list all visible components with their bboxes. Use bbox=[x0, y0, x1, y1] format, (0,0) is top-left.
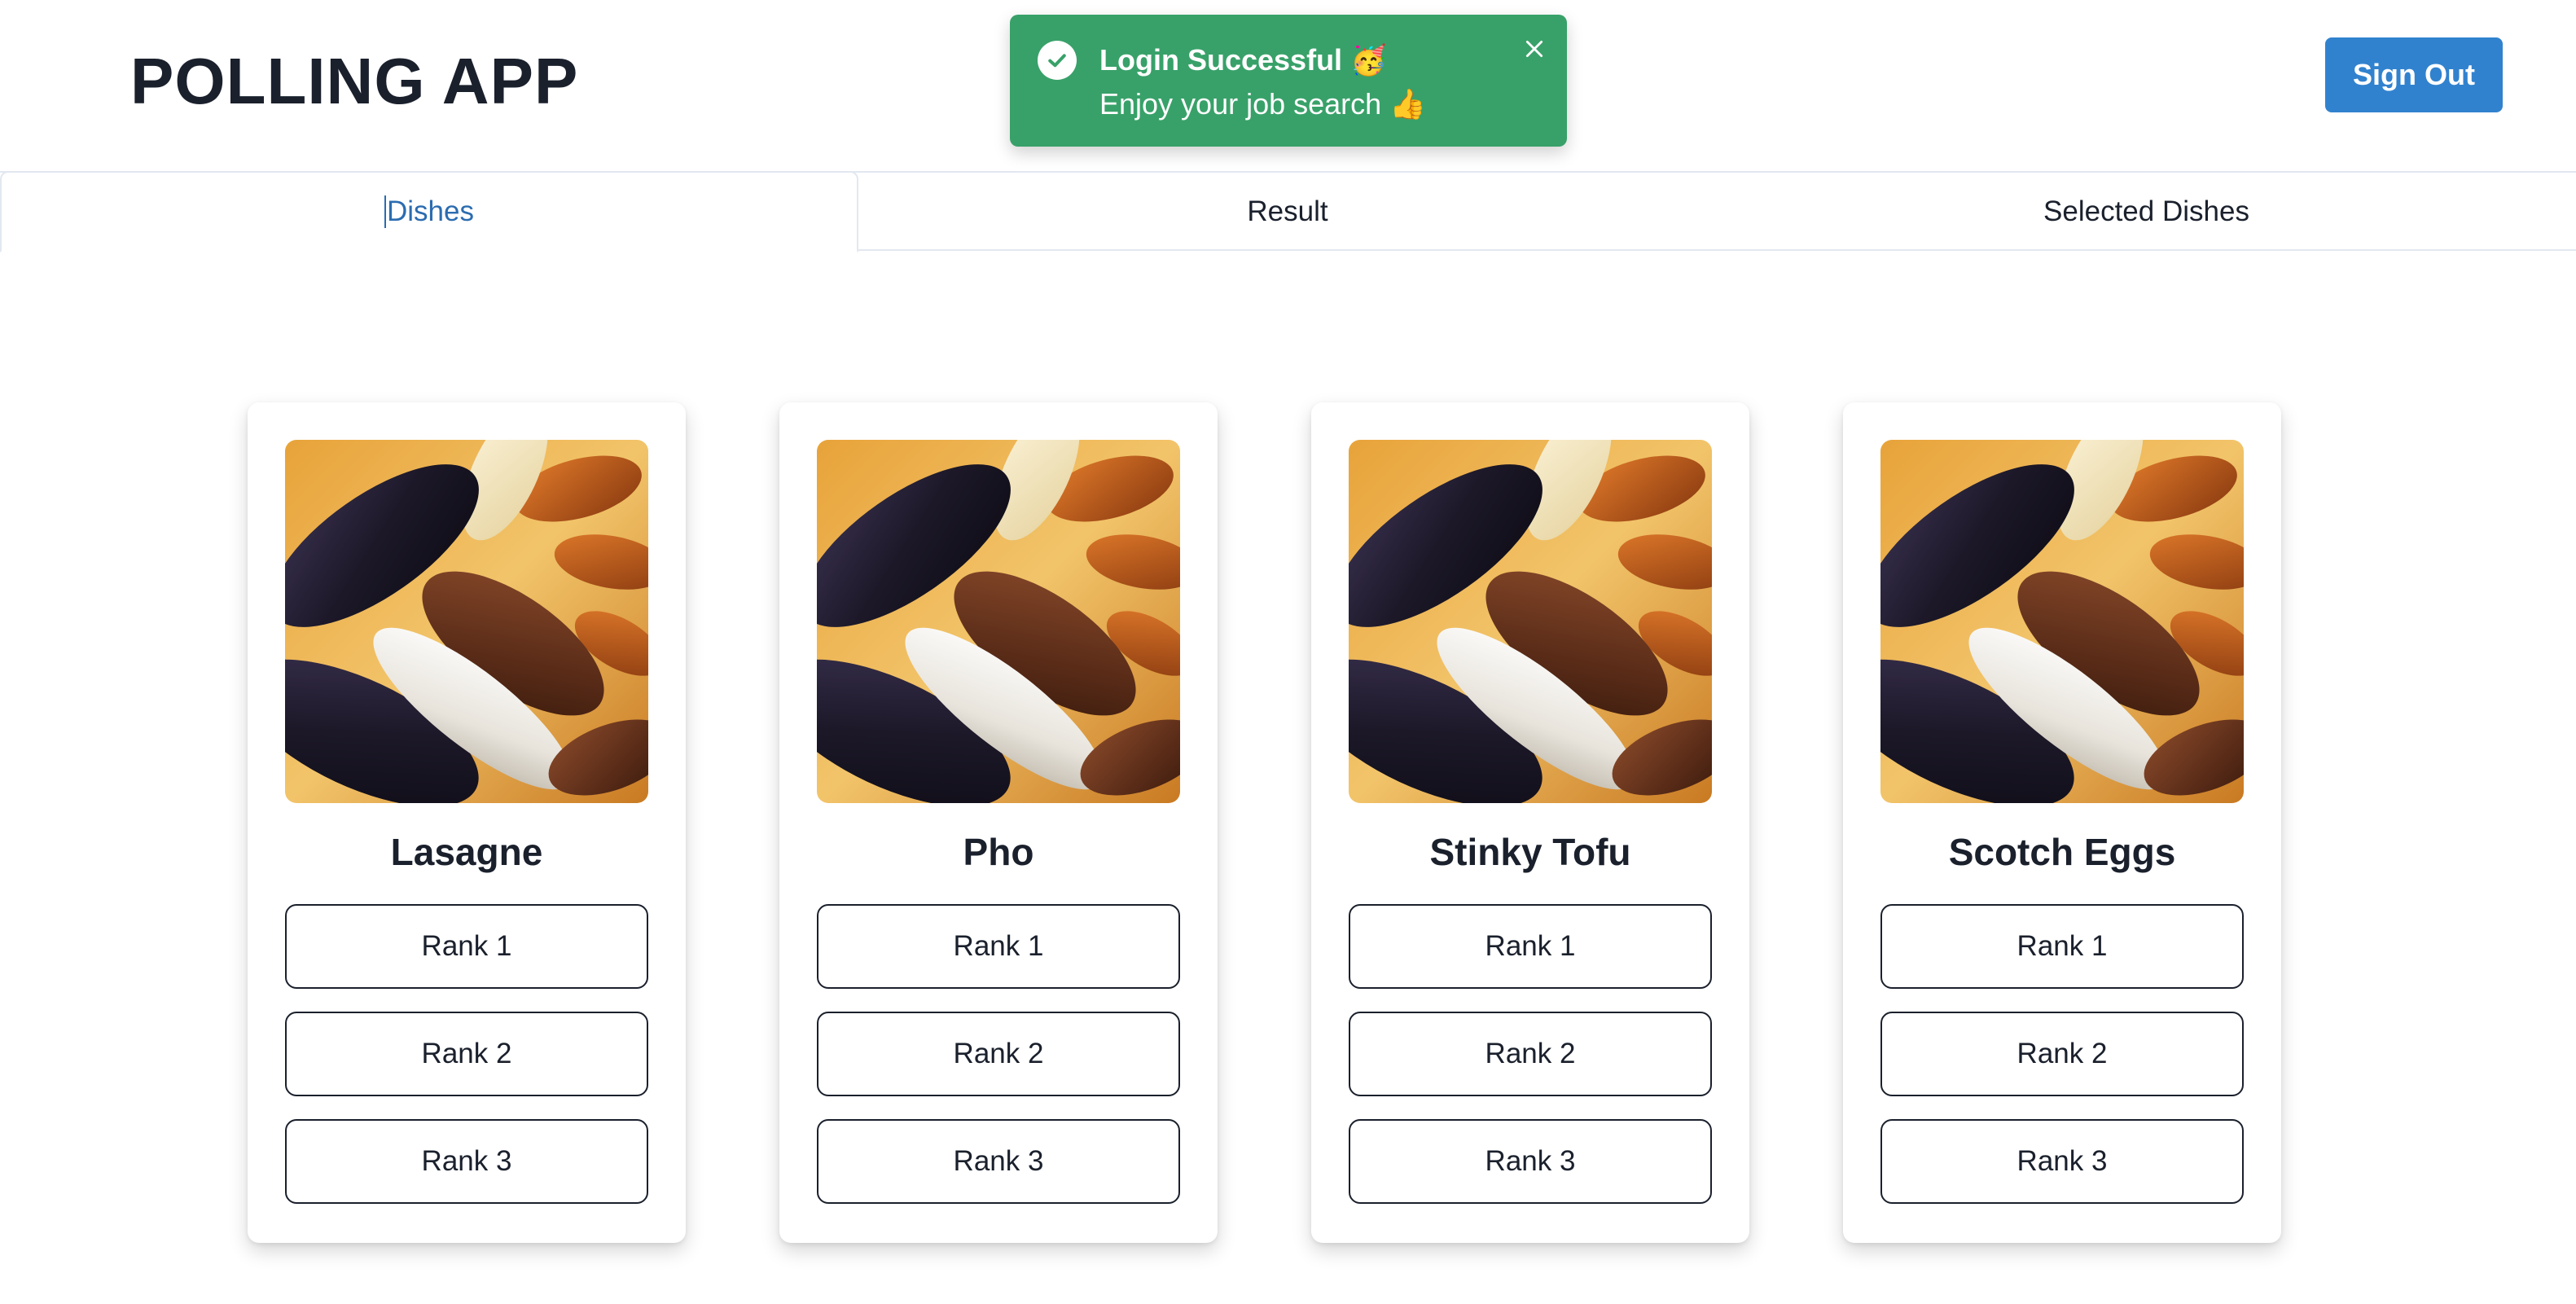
text-cursor bbox=[384, 195, 386, 228]
success-toast: Login Successful 🥳 Enjoy your job search… bbox=[1010, 15, 1567, 147]
toast-description: Enjoy your job search 👍 bbox=[1099, 87, 1427, 121]
rank-2-button[interactable]: Rank 2 bbox=[1880, 1012, 2244, 1096]
rank-1-button[interactable]: Rank 1 bbox=[1880, 904, 2244, 989]
tab-dishes[interactable]: Dishes bbox=[0, 171, 858, 252]
rank-1-button[interactable]: Rank 1 bbox=[817, 904, 1180, 989]
close-icon[interactable] bbox=[1518, 33, 1551, 65]
toast-title: Login Successful 🥳 bbox=[1099, 43, 1387, 77]
dish-name: Lasagne bbox=[390, 831, 543, 873]
check-circle-icon bbox=[1038, 41, 1077, 80]
sign-out-button[interactable]: Sign Out bbox=[2325, 37, 2503, 112]
dish-card: Scotch Eggs Rank 1 Rank 2 Rank 3 bbox=[1843, 402, 2281, 1243]
app-title: POLLING APP bbox=[130, 45, 579, 117]
rank-3-button[interactable]: Rank 3 bbox=[1880, 1119, 2244, 1204]
dish-name: Pho bbox=[963, 831, 1034, 873]
tab-list: Dishes Result Selected Dishes bbox=[0, 171, 2576, 252]
dish-card: Stinky Tofu Rank 1 Rank 2 Rank 3 bbox=[1311, 402, 1749, 1243]
dish-image bbox=[1349, 440, 1712, 803]
dish-image bbox=[817, 440, 1180, 803]
tab-selected-dishes[interactable]: Selected Dishes bbox=[1717, 173, 2576, 251]
tab-selected-dishes-label: Selected Dishes bbox=[2043, 195, 2249, 227]
rank-3-button[interactable]: Rank 3 bbox=[285, 1119, 648, 1204]
rank-2-button[interactable]: Rank 2 bbox=[285, 1012, 648, 1096]
dish-image bbox=[1880, 440, 2244, 803]
dish-card: Pho Rank 1 Rank 2 Rank 3 bbox=[779, 402, 1218, 1243]
rank-3-button[interactable]: Rank 3 bbox=[1349, 1119, 1712, 1204]
dish-name: Stinky Tofu bbox=[1429, 831, 1631, 873]
rank-1-button[interactable]: Rank 1 bbox=[285, 904, 648, 989]
rank-2-button[interactable]: Rank 2 bbox=[1349, 1012, 1712, 1096]
dish-name: Scotch Eggs bbox=[1948, 831, 2176, 873]
tab-result-label: Result bbox=[1247, 195, 1328, 227]
rank-3-button[interactable]: Rank 3 bbox=[817, 1119, 1180, 1204]
rank-1-button[interactable]: Rank 1 bbox=[1349, 904, 1712, 989]
rank-2-button[interactable]: Rank 2 bbox=[817, 1012, 1180, 1096]
tab-dishes-label: Dishes bbox=[387, 195, 474, 227]
dish-card: Lasagne Rank 1 Rank 2 Rank 3 bbox=[248, 402, 686, 1243]
dish-image bbox=[285, 440, 648, 803]
tab-result[interactable]: Result bbox=[858, 173, 1717, 251]
